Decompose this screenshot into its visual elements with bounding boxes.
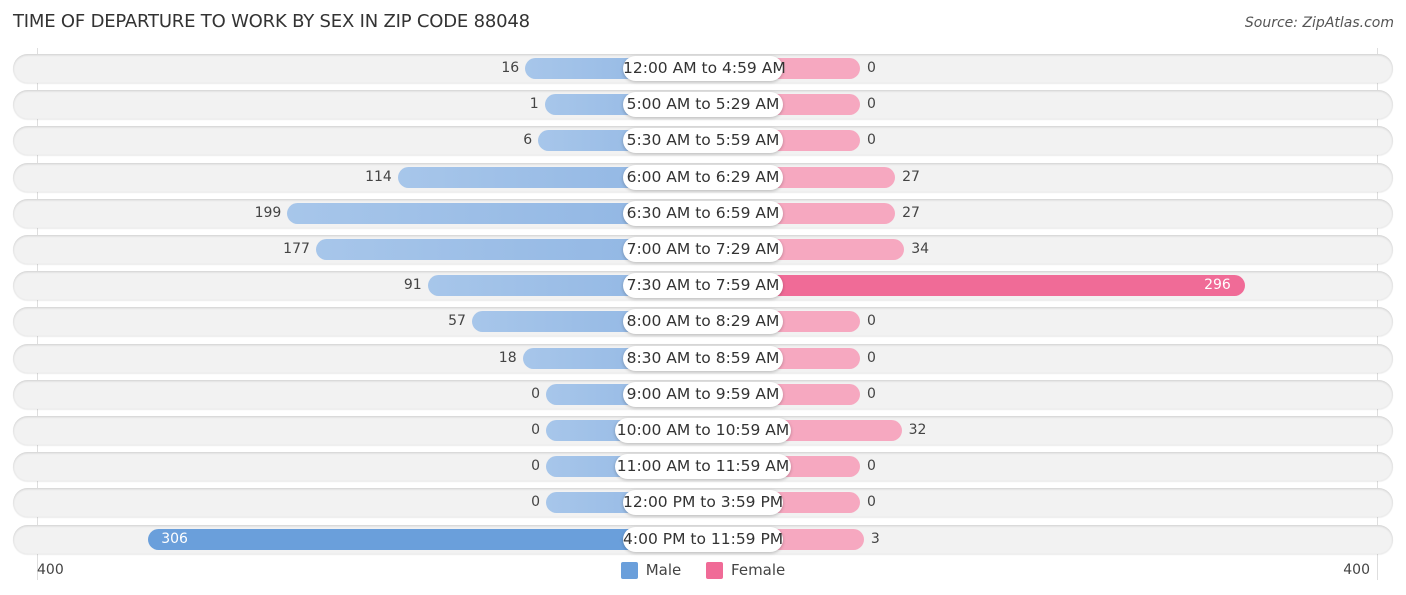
category-label: 5:30 AM to 5:59 AM (623, 128, 783, 154)
value-label-male: 16 (501, 60, 520, 76)
value-label-male: 0 (531, 422, 540, 438)
value-label-female: 34 (911, 241, 930, 257)
category-label: 8:30 AM to 8:59 AM (623, 345, 783, 371)
value-label-male: 91 (403, 277, 422, 294)
value-label-male: 306 (161, 530, 188, 547)
value-label-female: 27 (902, 168, 920, 185)
value-label-male: 57 (448, 313, 466, 330)
value-label-male: 199 (254, 204, 282, 221)
value-label-female: 0 (867, 132, 876, 149)
legend-swatch-female (706, 561, 724, 579)
category-label: 9:00 AM to 9:59 AM (623, 381, 783, 407)
chart-title: TIME OF DEPARTURE TO WORK BY SEX IN ZIP … (13, 11, 530, 32)
category-label: 7:00 AM to 7:29 AM (623, 237, 783, 262)
category-label: 6:00 AM to 6:29 AM (623, 164, 783, 190)
category-label: 8:00 AM to 8:29 AM (623, 309, 783, 335)
legend-item-male: Male (620, 561, 682, 579)
category-label: 7:30 AM to 7:59 AM (623, 273, 783, 299)
value-label-female: 0 (867, 494, 876, 511)
legend-swatch-male (620, 561, 638, 579)
value-label-male: 177 (283, 241, 310, 257)
category-label: 10:00 AM to 10:59 AM (615, 418, 791, 443)
value-label-male: 114 (365, 168, 392, 185)
value-label-female: 0 (867, 96, 876, 113)
bar-male (148, 528, 703, 550)
value-label-female: 0 (867, 349, 876, 366)
value-label-male: 0 (531, 494, 540, 511)
value-label-male: 18 (498, 349, 517, 366)
value-label-male: 0 (531, 385, 540, 402)
value-label-female: 3 (870, 530, 880, 547)
value-label-male: 6 (523, 132, 533, 149)
category-label: 5:00 AM to 5:29 AM (623, 92, 783, 118)
chart-source: Source: ZipAtlas.com (1244, 15, 1394, 31)
legend: Male Female (0, 561, 1406, 583)
category-label: 12:00 AM to 4:59 AM (623, 56, 786, 81)
category-label: 6:30 AM to 6:59 AM (623, 200, 783, 226)
value-label-male: 1 (529, 96, 539, 113)
value-label-female: 0 (867, 458, 876, 475)
value-label-male: 0 (531, 458, 540, 475)
value-label-female: 0 (867, 60, 876, 76)
bar-female (703, 275, 1245, 297)
category-label: 11:00 AM to 11:59 AM (615, 454, 791, 480)
value-label-female: 0 (867, 385, 876, 402)
value-label-female: 27 (902, 204, 920, 221)
legend-item-female: Female (706, 561, 785, 579)
value-label-female: 32 (908, 422, 927, 438)
value-label-female: 0 (867, 313, 876, 330)
value-label-female: 296 (1204, 277, 1231, 294)
legend-label-female: Female (731, 561, 786, 579)
legend-label-male: Male (645, 561, 682, 579)
category-label: 4:00 PM to 11:59 PM (623, 526, 783, 552)
category-label: 12:00 PM to 3:59 PM (623, 490, 783, 516)
